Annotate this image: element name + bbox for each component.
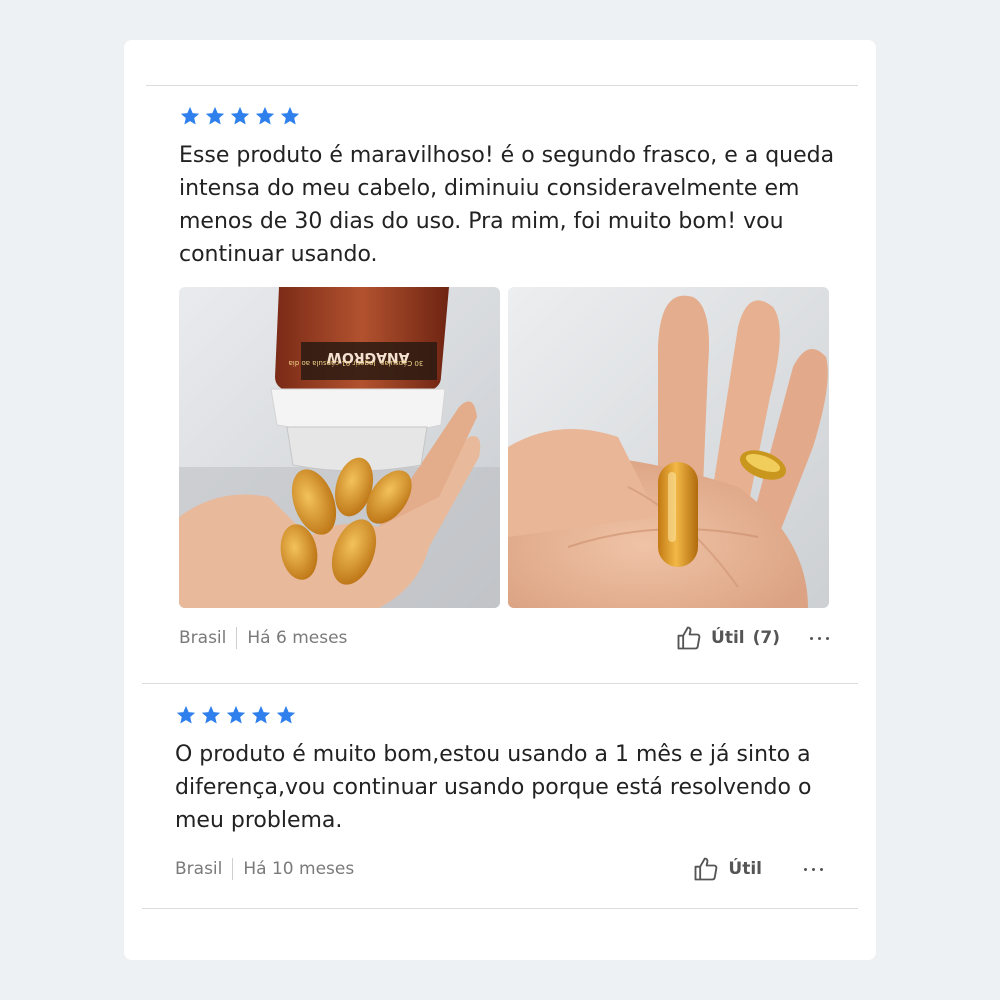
star-rating — [179, 105, 839, 127]
useful-label: Útil — [711, 628, 745, 648]
star-icon — [205, 106, 225, 125]
star-icon — [255, 106, 275, 125]
star-icon — [176, 705, 196, 724]
review-photos: ANAGROW 30 Cápsulas Ingerir 01 cápsula a… — [179, 287, 839, 608]
review-meta: Brasil Há 10 meses Útil — [175, 855, 825, 883]
review-item: Esse produto é maravilhoso! é o segundo … — [179, 105, 839, 652]
thumbs-up-icon — [677, 626, 701, 650]
more-dots-icon[interactable] — [804, 867, 823, 871]
review-text: Esse produto é maravilhoso! é o segundo … — [179, 143, 835, 267]
review-photo-palm[interactable] — [508, 287, 829, 608]
bottle-label-left: 30 Cápsulas — [380, 359, 423, 367]
bottle-label-right: Ingerir 01 cápsula ao dia — [289, 359, 376, 367]
star-icon — [280, 106, 300, 125]
star-rating — [175, 704, 835, 726]
star-icon — [226, 705, 246, 724]
meta-separator — [232, 858, 234, 880]
review-country: Brasil — [179, 628, 227, 648]
star-icon — [201, 705, 221, 724]
star-icon — [251, 705, 271, 724]
useful-button[interactable]: Útil (7) — [675, 624, 780, 652]
review-meta: Brasil Há 6 meses Útil (7) — [179, 624, 829, 652]
review-text: O produto é muito bom,estou usando a 1 m… — [175, 742, 812, 833]
useful-count: (7) — [752, 628, 780, 648]
review-divider — [142, 683, 858, 684]
review-photo-bottle[interactable]: ANAGROW 30 Cápsulas Ingerir 01 cápsula a… — [179, 287, 500, 608]
more-dots-icon[interactable] — [810, 636, 829, 640]
review-item: O produto é muito bom,estou usando a 1 m… — [175, 704, 835, 883]
meta-separator — [236, 627, 238, 649]
star-icon — [276, 705, 296, 724]
star-icon — [180, 106, 200, 125]
useful-label: Útil — [728, 859, 762, 879]
thumbs-up-icon — [694, 857, 718, 881]
review-time: Há 6 meses — [247, 628, 348, 648]
review-time: Há 10 meses — [243, 859, 355, 879]
review-country: Brasil — [175, 859, 223, 879]
reviews-card: Esse produto é maravilhoso! é o segundo … — [124, 40, 876, 960]
bottom-divider — [142, 908, 858, 909]
useful-button[interactable]: Útil — [692, 855, 762, 883]
star-icon — [230, 106, 250, 125]
top-divider — [146, 85, 858, 86]
